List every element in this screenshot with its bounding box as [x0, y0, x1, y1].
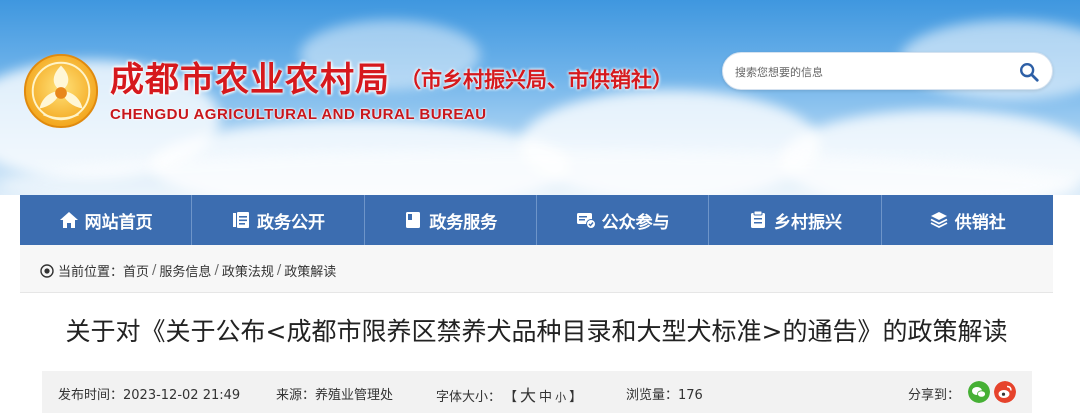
- nav-item-label: 网站首页: [84, 212, 153, 233]
- font-size-label: 字体大小：: [436, 390, 502, 405]
- search-icon[interactable]: [1018, 61, 1040, 83]
- people-check-icon: [576, 213, 596, 229]
- font-size-bracket-close: 】: [569, 390, 583, 405]
- page: 成都市农业农村局 （市乡村振兴局、市供销社） CHENGDU AGRICULTU…: [0, 0, 1080, 419]
- nav-item-label: 政务公开: [256, 212, 325, 233]
- nav-item-rural-revitalization[interactable]: 乡村振兴: [709, 195, 882, 245]
- site-title: 成都市农业农村局: [110, 60, 390, 100]
- share-label: 分享到：: [908, 388, 961, 403]
- search-box: [722, 52, 1053, 90]
- nav-item-label: 乡村振兴: [773, 212, 842, 233]
- source: 来源：养殖业管理处: [276, 384, 393, 403]
- home-icon: [59, 212, 78, 228]
- nav-item-government-services[interactable]: 政务服务: [365, 195, 537, 245]
- wechat-share-icon[interactable]: [968, 381, 990, 403]
- view-count-value: 176: [678, 388, 703, 403]
- nav-item-government-affairs[interactable]: 政务公开: [192, 195, 365, 245]
- breadcrumb-bar: 当前位置： 首页 / 服务信息 / 政策法规 / 政策解读: [20, 245, 1053, 293]
- bureau-logo-icon: [23, 53, 99, 129]
- breadcrumb: 当前位置： 首页 / 服务信息 / 政策法规 / 政策解读: [40, 261, 336, 280]
- main-nav: 网站首页 政务公开 政务服务 公众参与 乡村振兴 供销社: [20, 195, 1053, 245]
- nav-item-label: 公众参与: [601, 212, 670, 233]
- book-icon: [406, 212, 421, 228]
- article-meta-bar: 发布时间：2023-12-02 21:49 来源：养殖业管理处 字体大小： 【 …: [42, 371, 1032, 413]
- breadcrumb-separator: /: [214, 263, 219, 278]
- breadcrumb-separator: /: [276, 263, 282, 278]
- document-list-icon: [232, 212, 249, 228]
- breadcrumb-link-policy-interpretation[interactable]: 政策解读: [284, 261, 336, 280]
- publish-time-value: 2023-12-02 21:49: [123, 388, 241, 403]
- site-title-english: CHENGDU AGRICULTURAL AND RURAL BUREAU: [110, 106, 487, 123]
- search-input[interactable]: [735, 61, 1005, 83]
- breadcrumb-link-policies[interactable]: 政策法规: [222, 261, 274, 280]
- breadcrumb-link-service-info[interactable]: 服务信息: [159, 261, 211, 280]
- site-subtitle: （市乡村振兴局、市供销社）: [400, 68, 673, 92]
- breadcrumb-link-home[interactable]: 首页: [123, 261, 149, 280]
- font-size-control: 字体大小： 【 大 中 小 】: [436, 382, 582, 406]
- view-count-label: 浏览量：: [626, 388, 679, 403]
- view-count: 浏览量：176: [626, 384, 703, 403]
- font-size-large-button[interactable]: 大: [520, 382, 536, 406]
- publish-time: 发布时间：2023-12-02 21:49: [58, 384, 240, 403]
- location-icon: [40, 263, 54, 278]
- weibo-share-icon[interactable]: [994, 381, 1016, 403]
- nav-item-label: 政务服务: [429, 212, 498, 233]
- nav-item-public-participation[interactable]: 公众参与: [537, 195, 710, 245]
- font-size-bracket-open: 【: [504, 390, 518, 405]
- source-label: 来源：: [276, 388, 316, 403]
- layers-icon: [930, 212, 948, 229]
- publish-time-label: 发布时间：: [58, 388, 124, 403]
- clipboard-icon: [750, 210, 765, 228]
- article-title: 关于对《关于公布<成都市限养区禁养犬品种目录和大型犬标准>的通告》的政策解读: [65, 317, 1008, 346]
- nav-item-home[interactable]: 网站首页: [20, 195, 193, 245]
- breadcrumb-prefix: 当前位置：: [58, 265, 124, 280]
- font-size-small-button[interactable]: 小: [555, 389, 566, 405]
- site-header: 成都市农业农村局 （市乡村振兴局、市供销社） CHENGDU AGRICULTU…: [0, 0, 1080, 195]
- font-size-medium-button[interactable]: 中: [539, 386, 552, 405]
- source-value: 养殖业管理处: [315, 388, 394, 403]
- nav-item-label: 供销社: [954, 212, 1006, 233]
- nav-item-supply-cooperative[interactable]: 供销社: [882, 195, 1053, 245]
- breadcrumb-separator: /: [152, 263, 157, 278]
